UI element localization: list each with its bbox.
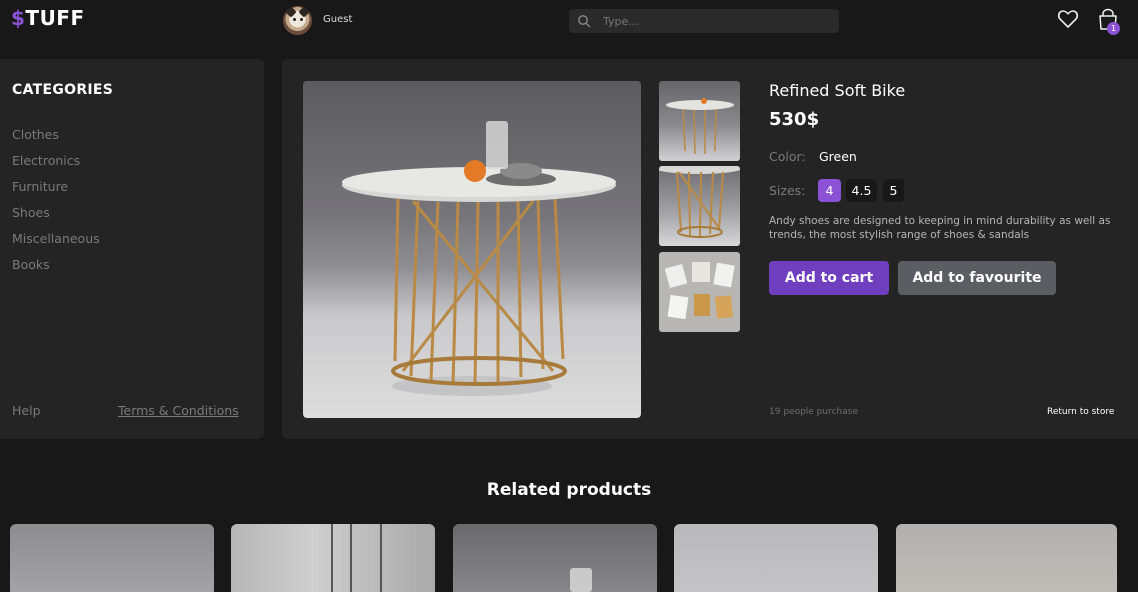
terms-link[interactable]: Terms & Conditions bbox=[118, 403, 239, 418]
sizes-label: Sizes: bbox=[769, 183, 806, 198]
heart-icon[interactable] bbox=[1057, 8, 1079, 30]
cart-button[interactable]: 1 bbox=[1097, 8, 1120, 35]
color-value: Green bbox=[819, 149, 857, 164]
related-product-card[interactable] bbox=[453, 524, 657, 592]
product-price: 530$ bbox=[769, 109, 820, 130]
product-thumbnail-1[interactable] bbox=[659, 81, 740, 161]
search-icon bbox=[578, 15, 591, 28]
size-option-5[interactable]: 5 bbox=[883, 179, 904, 202]
logo[interactable]: $TUFF bbox=[11, 6, 85, 30]
thumbnail-base-icon bbox=[659, 166, 740, 238]
help-link[interactable]: Help bbox=[12, 403, 41, 418]
sidebar-item-clothes[interactable]: Clothes bbox=[12, 127, 59, 142]
sidebar-title: CATEGORIES bbox=[12, 82, 114, 98]
sidebar-item-miscellaneous[interactable]: Miscellaneous bbox=[12, 231, 100, 246]
header: $TUFF Guest 1 bbox=[0, 0, 1138, 44]
return-to-store-link[interactable]: Return to store bbox=[1047, 407, 1114, 417]
product-description: Andy shoes are designed to keeping in mi… bbox=[769, 215, 1111, 241]
avatar-eye-right bbox=[300, 18, 303, 21]
avatar[interactable] bbox=[283, 6, 312, 35]
product-panel: Refined Soft Bike 530$ Color: Green Size… bbox=[282, 59, 1138, 439]
product-name: Refined Soft Bike bbox=[769, 81, 906, 100]
color-label: Color: bbox=[769, 149, 806, 164]
related-card-image bbox=[331, 524, 382, 592]
avatar-ear-right bbox=[298, 6, 310, 18]
product-main-image bbox=[303, 81, 641, 418]
product-thumbnail-3[interactable] bbox=[659, 252, 740, 332]
related-product-card[interactable] bbox=[231, 524, 435, 592]
size-option-4-5[interactable]: 4.5 bbox=[846, 179, 877, 202]
user-name[interactable]: Guest bbox=[323, 14, 352, 25]
related-product-card[interactable] bbox=[10, 524, 214, 592]
sidebar-item-electronics[interactable]: Electronics bbox=[12, 153, 80, 168]
cart-count-badge: 1 bbox=[1107, 22, 1120, 35]
related-product-card[interactable] bbox=[896, 524, 1117, 592]
related-title: Related products bbox=[486, 480, 652, 500]
avatar-eye-left bbox=[293, 18, 296, 21]
thumbnail-table-icon bbox=[666, 98, 734, 155]
avatar-ear-left bbox=[285, 6, 297, 18]
sidebar: CATEGORIES Clothes Electronics Furniture… bbox=[0, 59, 264, 439]
add-to-cart-button[interactable]: Add to cart bbox=[769, 261, 889, 295]
product-thumbnail-2[interactable] bbox=[659, 166, 740, 246]
logo-text: TUFF bbox=[25, 6, 85, 30]
related-card-image bbox=[570, 568, 592, 592]
sidebar-item-books[interactable]: Books bbox=[12, 257, 50, 272]
search-bar[interactable] bbox=[569, 9, 839, 33]
table-illustration bbox=[342, 121, 616, 396]
size-option-4[interactable]: 4 bbox=[818, 179, 841, 202]
sidebar-item-furniture[interactable]: Furniture bbox=[12, 179, 68, 194]
add-to-favourite-button[interactable]: Add to favourite bbox=[898, 261, 1056, 295]
related-product-card[interactable] bbox=[674, 524, 878, 592]
search-input[interactable] bbox=[603, 12, 823, 30]
sidebar-item-shoes[interactable]: Shoes bbox=[12, 205, 50, 220]
purchase-count: 19 people purchase bbox=[769, 407, 858, 417]
logo-dollar: $ bbox=[11, 6, 26, 30]
thumbnail-swatches-icon bbox=[664, 262, 735, 320]
